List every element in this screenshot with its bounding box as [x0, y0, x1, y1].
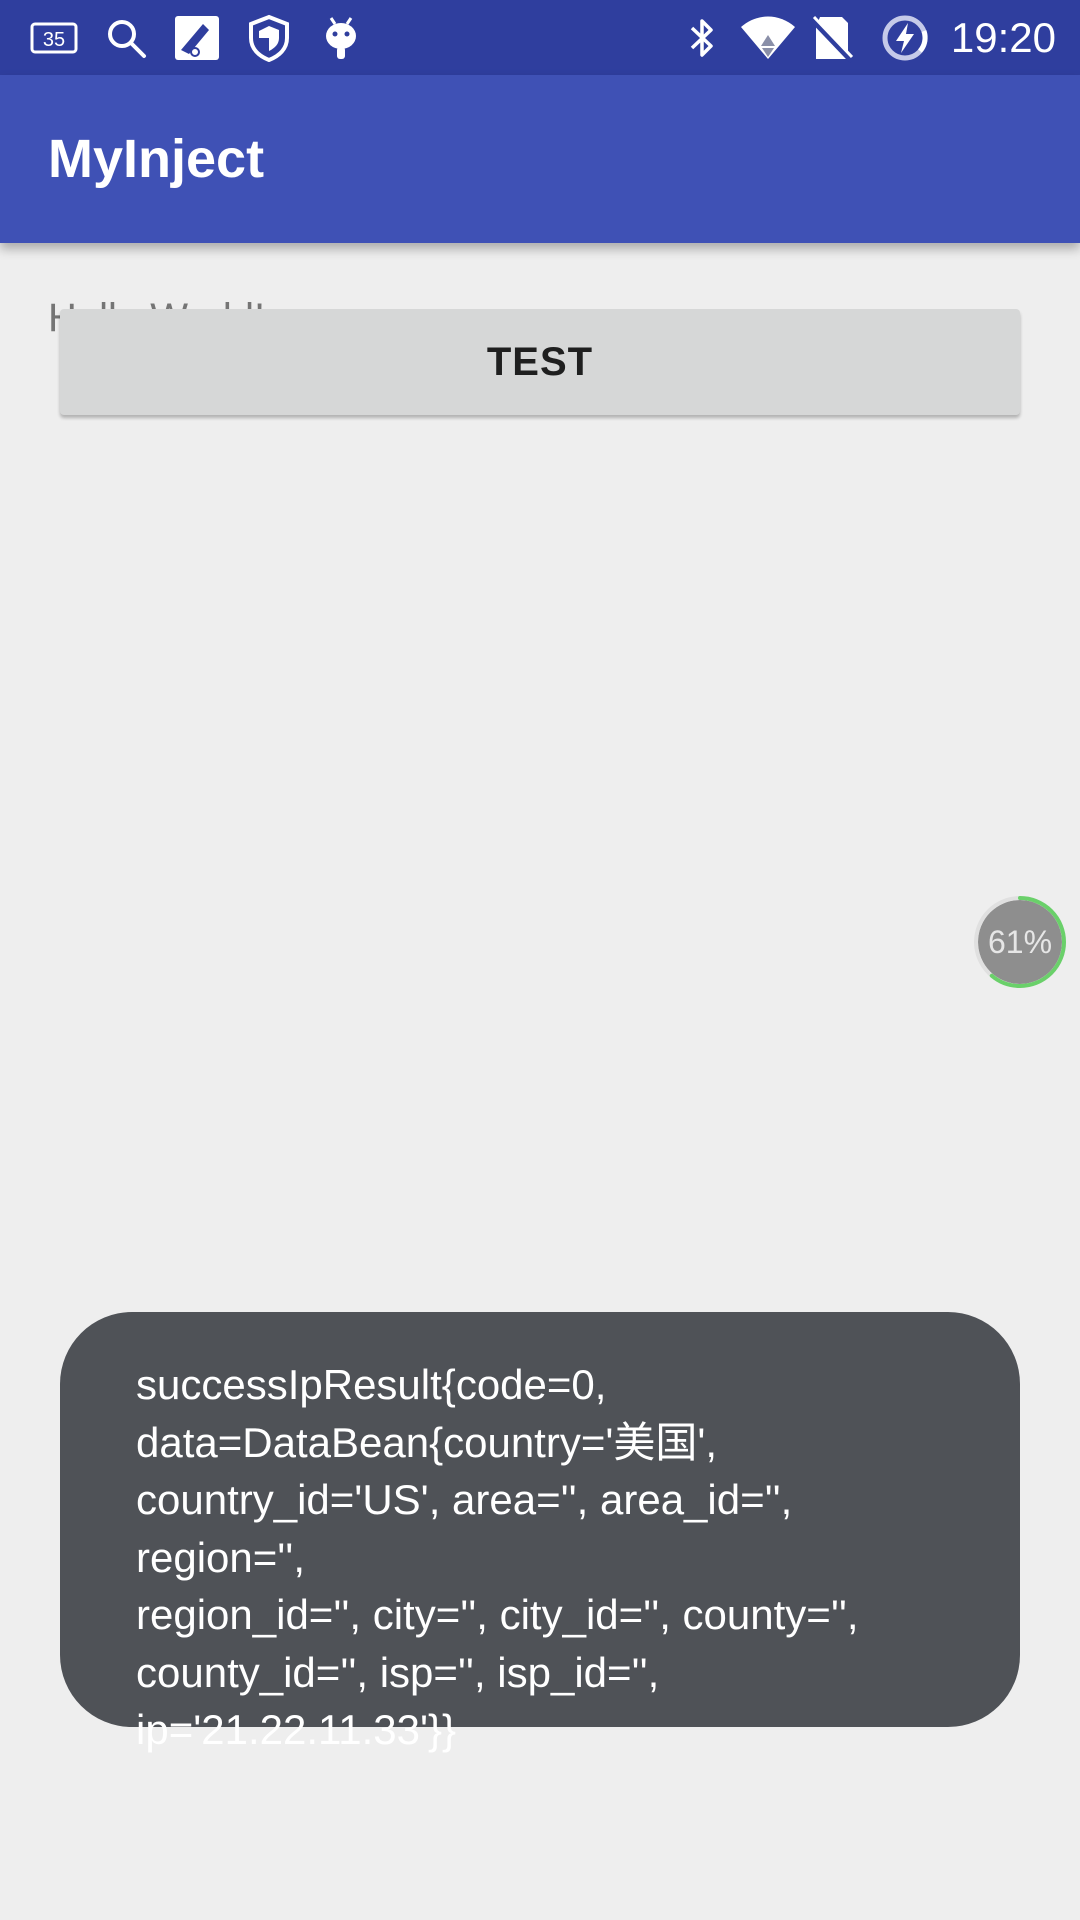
- toast-message: successIpResult{code=0, data=DataBean{co…: [60, 1312, 1020, 1753]
- shield-icon: [246, 0, 292, 75]
- app-bar: MyInject: [0, 75, 1080, 243]
- status-bar: 35 19:20: [0, 0, 1080, 75]
- app-title: MyInject: [48, 129, 265, 189]
- toast-text: successIpResult{code=0, data=DataBean{co…: [136, 1361, 859, 1753]
- progress-label: 61%: [987, 924, 1053, 960]
- no-sim-icon: [806, 0, 856, 75]
- android-icon: [320, 0, 362, 75]
- test-button[interactable]: TEST: [60, 309, 1020, 415]
- wifi-icon: [738, 0, 798, 75]
- status-time: 19:20: [950, 14, 1056, 61]
- search-icon: [102, 0, 150, 75]
- notification-count-text: 35: [43, 29, 65, 51]
- app-notification-icon: [172, 0, 222, 75]
- battery-saver-icon: [878, 0, 932, 75]
- notification-count-icon: 35: [26, 0, 82, 75]
- bluetooth-icon: [684, 0, 720, 75]
- floating-progress-widget[interactable]: 61%: [972, 894, 1068, 990]
